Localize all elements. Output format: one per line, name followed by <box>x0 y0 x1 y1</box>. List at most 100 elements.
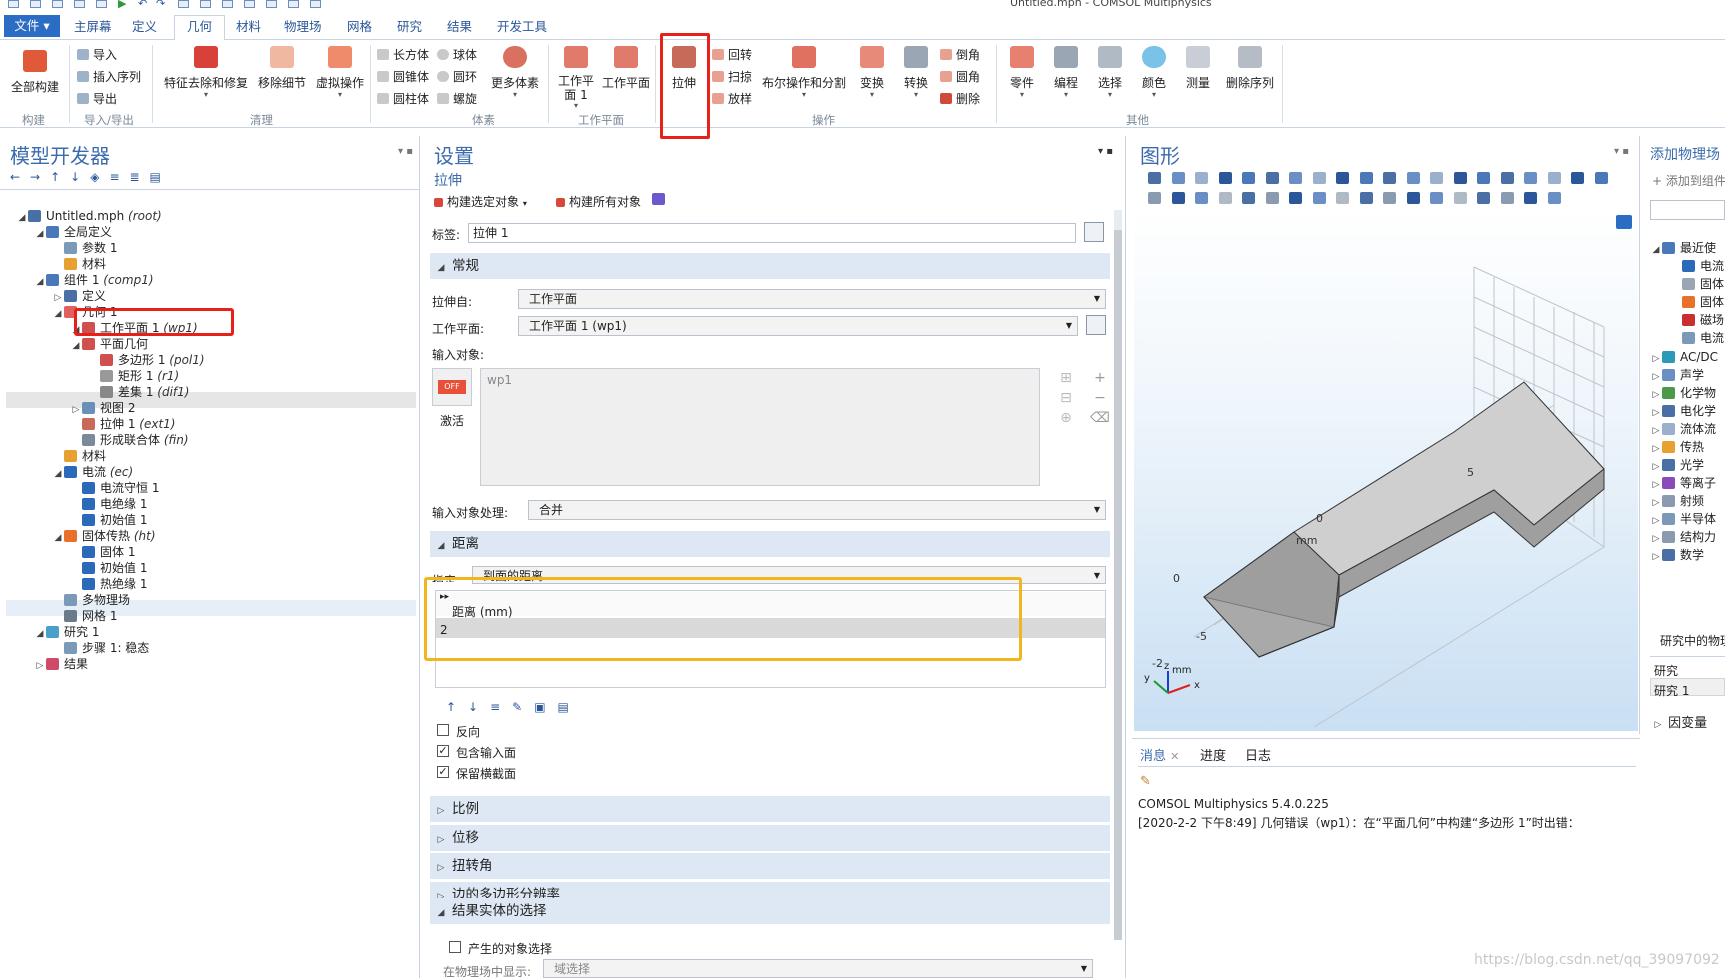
general-section-header[interactable]: ◢ 常规 <box>430 253 1110 279</box>
tab-developer[interactable]: 开发工具 <box>485 16 559 38</box>
result-selection-section-header[interactable]: ◢ 结果实体的选择 <box>430 898 1110 924</box>
work-plane-button[interactable]: 工作平面 <box>600 46 652 91</box>
label-input[interactable]: 拉伸 1 <box>468 223 1076 243</box>
graphics-tool-b9-icon[interactable] <box>1359 192 1373 204</box>
boolean-partition-button[interactable]: 布尔操作和分割 ▾ <box>760 46 848 99</box>
tab-mesh[interactable]: 网格 <box>335 16 384 38</box>
graphics-tool-a11-icon[interactable] <box>1406 172 1420 184</box>
colors-button[interactable]: 颜色 ▾ <box>1134 46 1174 99</box>
expand-arrow-icon[interactable]: ◢ <box>52 530 64 546</box>
new-icon[interactable] <box>30 0 41 8</box>
tree-item-definitions[interactable]: ▷ 定义 <box>52 288 106 304</box>
graphics-tool-a13-icon[interactable] <box>1453 172 1467 184</box>
reverse-checkbox[interactable] <box>437 724 449 736</box>
cone-button[interactable]: 圆锥体 <box>377 68 429 85</box>
expand-arrow-icon[interactable]: ▷ <box>1650 351 1662 367</box>
list-tools-left[interactable]: ⊞ ⊟ ⊕ <box>1056 368 1076 428</box>
tree-item-polygon-1[interactable]: 多边形 1 (pol1) <box>88 352 205 368</box>
displacement-section-header[interactable]: ▷ 位移 <box>430 824 1110 851</box>
tree-item-results[interactable]: ▷ 结果 <box>34 656 88 672</box>
expand-arrow-icon[interactable]: ▷ <box>1650 387 1662 403</box>
tree-item-materials[interactable]: 材料 <box>52 448 106 464</box>
list-tools-right[interactable]: + − ⌫ <box>1090 368 1110 428</box>
loft-button[interactable]: 放样 <box>712 90 752 107</box>
tree-item-materials-global[interactable]: 材料 <box>52 256 106 272</box>
cylinder-button[interactable]: 圆柱体 <box>377 90 429 107</box>
tab-geometry[interactable]: 几何 <box>174 15 226 41</box>
tab-results[interactable]: 结果 <box>435 16 484 38</box>
dependent-variables-section[interactable]: ▷ 因变量 <box>1652 712 1708 731</box>
graphics-tool-a18-icon[interactable] <box>1571 172 1584 184</box>
build-selected-button[interactable]: 构建选定对象 ▾ <box>434 193 527 210</box>
graphics-tool-a2-icon[interactable] <box>1195 172 1208 184</box>
tree-item-electric-insulation-1[interactable]: 电绝缘 1 <box>70 496 147 512</box>
study-row-value[interactable]: 研究 1 <box>1654 682 1689 699</box>
physics-item-5[interactable]: 电流 <box>1670 330 1724 346</box>
expand-arrow-icon[interactable]: ▷ <box>1650 549 1662 565</box>
window-icon[interactable] <box>266 0 277 8</box>
delete-entities-button[interactable]: 删除 <box>940 90 980 107</box>
expand-arrow-icon[interactable]: ▷ <box>1650 405 1662 421</box>
graphics-tool-b15-icon[interactable] <box>1500 192 1514 204</box>
parts-button[interactable]: 零件 ▾ <box>1002 46 1042 99</box>
physics-item-6[interactable]: ▷ AC/DC <box>1650 349 1719 367</box>
tree-item-view-2[interactable]: ▷ 视图 2 <box>70 400 136 416</box>
build-all-objects-button[interactable]: 构建所有对象 <box>556 193 641 210</box>
tree-item-global-definitions[interactable]: ◢ 全局定义 <box>34 224 112 240</box>
tree-item-electric-currents[interactable]: ◢ 电流 (ec) <box>52 464 134 482</box>
duplicate-icon[interactable] <box>222 0 233 8</box>
graphics-tool-a0-icon[interactable] <box>1148 172 1161 184</box>
programming-button[interactable]: 编程 ▾ <box>1046 46 1086 99</box>
transforms-button[interactable]: 变换 ▾ <box>852 46 892 99</box>
expand-arrow-icon[interactable]: ◢ <box>70 338 82 354</box>
tree-item-form-union[interactable]: 形成联合体 (fin) <box>70 432 189 448</box>
tree-item-multiphysics[interactable]: 多物理场 <box>52 592 130 608</box>
measure-button[interactable]: 测量 <box>1178 46 1218 91</box>
block-button[interactable]: 长方体 <box>377 46 429 63</box>
expand-arrow-icon[interactable]: ◢ <box>34 226 46 242</box>
expand-arrow-icon[interactable]: ▷ <box>1650 531 1662 547</box>
expand-arrow-icon[interactable]: ◢ <box>1650 242 1662 258</box>
physics-search-input[interactable] <box>1650 200 1725 220</box>
physics-item-13[interactable]: ▷ 等离子 <box>1650 475 1716 491</box>
graphics-tool-b8-icon[interactable] <box>1336 192 1349 204</box>
open-icon[interactable] <box>52 0 63 8</box>
graphics-tool-a3-icon[interactable] <box>1218 172 1232 184</box>
tab-progress[interactable]: 进度 <box>1200 745 1226 764</box>
graphics-tool-b11-icon[interactable] <box>1406 192 1420 204</box>
import-button[interactable]: 导入 <box>77 46 117 63</box>
graphics-tool-b1-icon[interactable] <box>1171 192 1185 204</box>
expand-arrow-icon[interactable]: ▷ <box>1650 495 1662 511</box>
graphics-tool-b16-icon[interactable] <box>1524 192 1537 204</box>
graphics-tool-a1-icon[interactable] <box>1171 172 1185 184</box>
physics-item-10[interactable]: ▷ 流体流 <box>1650 421 1716 437</box>
graphics-tool-a16-icon[interactable] <box>1524 172 1537 184</box>
tree-item-difference-1[interactable]: 差集 1 (dif1) <box>88 384 189 400</box>
activate-toggle[interactable]: OFF <box>432 368 472 406</box>
geometry-view[interactable]: 5 0 mm 0 -5 -2 z mm x y <box>1134 207 1638 731</box>
keep-cross-checkbox[interactable]: ✓ <box>437 766 449 778</box>
graphics-tool-a19-icon[interactable] <box>1594 172 1608 184</box>
physics-item-17[interactable]: ▷ 数学 <box>1650 547 1704 563</box>
save-icon[interactable] <box>74 0 85 8</box>
search-icon[interactable] <box>310 0 321 8</box>
tab-messages[interactable]: 消息 ✕ <box>1140 745 1179 764</box>
tab-home[interactable]: 主屏幕 <box>62 16 124 38</box>
physics-item-9[interactable]: ▷ 电化学 <box>1650 403 1716 419</box>
virtual-operations-button[interactable]: 虚拟操作 ▾ <box>310 46 370 99</box>
graphics-tool-a17-icon[interactable] <box>1547 172 1561 184</box>
expand-arrow-icon[interactable]: ◢ <box>52 466 64 482</box>
graphics-tool-a10-icon[interactable] <box>1383 172 1396 184</box>
fillet-button[interactable]: 圆角 <box>940 68 980 85</box>
edit-label-icon[interactable] <box>1084 222 1104 242</box>
panel-menu-icon[interactable]: ▾ ▪ <box>1614 146 1629 157</box>
revolve-button[interactable]: 回转 <box>712 46 752 63</box>
tree-item-extrude-1[interactable]: 拉伸 1 (ext1) <box>70 416 175 432</box>
graphics-tool-a8-icon[interactable] <box>1336 172 1349 184</box>
tree-item-initial-values-1[interactable]: 初始值 1 <box>70 512 147 528</box>
physics-item-14[interactable]: ▷ 射频 <box>1650 493 1704 509</box>
add-to-component-button[interactable]: + 添加到组件 <box>1652 172 1725 189</box>
defeaturing-button[interactable]: 特征去除和修复 ▾ <box>160 46 252 99</box>
input-handling-select[interactable]: 合并 ▼ <box>528 500 1106 520</box>
distance-section-header[interactable]: ◢ 距离 <box>430 531 1110 557</box>
